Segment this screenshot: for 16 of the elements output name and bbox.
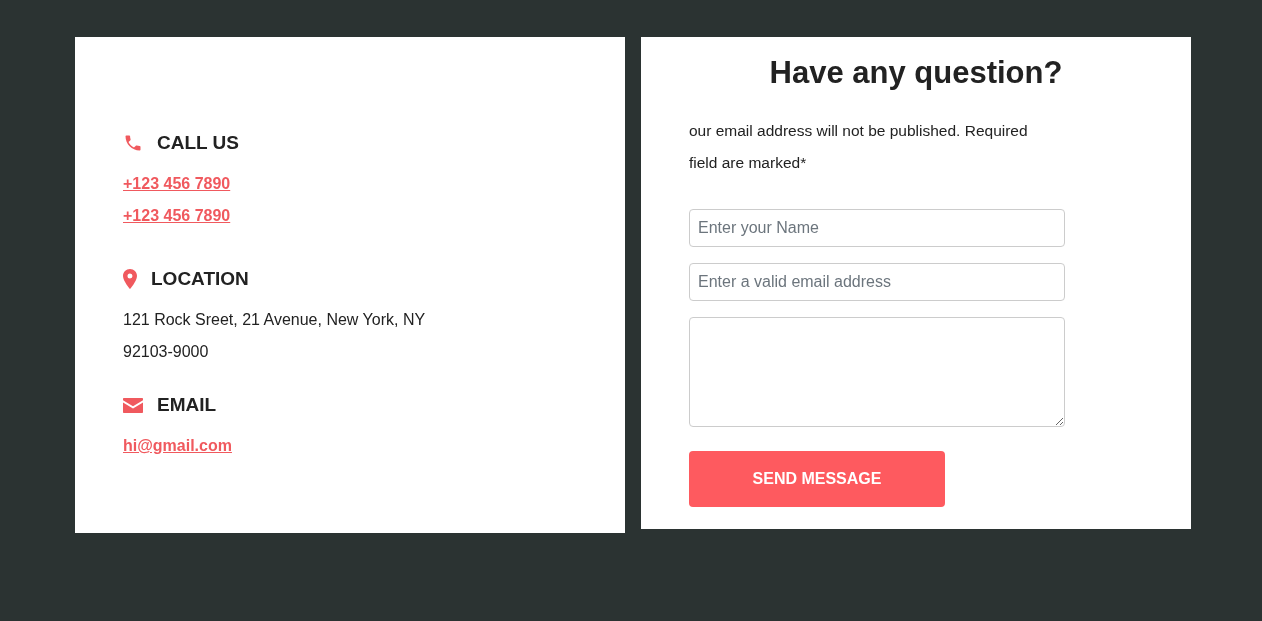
email-link[interactable]: hi@gmail.com bbox=[123, 430, 232, 462]
text-field[interactable]: Enter a valid email address bbox=[689, 263, 1065, 301]
phone-icon bbox=[123, 133, 143, 153]
message-field[interactable] bbox=[689, 317, 1065, 427]
section-title: LOCATION bbox=[151, 268, 249, 290]
phone-link[interactable]: +123 456 7890 bbox=[123, 200, 231, 232]
address-text: 121 Rock Sreet, 21 Avenue, New York, NY 92103-9000 bbox=[123, 310, 426, 362]
phone-link[interactable]: +123 456 7890 bbox=[123, 168, 231, 200]
section-title: EMAIL bbox=[157, 394, 217, 416]
form-title: Have any question? bbox=[768, 55, 1064, 91]
section-title: CALL US bbox=[157, 132, 239, 154]
send-message-button[interactable]: SEND MESSAGE bbox=[689, 451, 945, 507]
map-pin-icon bbox=[123, 269, 137, 289]
form-note: our email address will not be published. Required field are marked* bbox=[689, 121, 1029, 173]
text-field[interactable]: Enter your Name bbox=[689, 209, 1065, 247]
envelope-icon bbox=[123, 397, 143, 413]
